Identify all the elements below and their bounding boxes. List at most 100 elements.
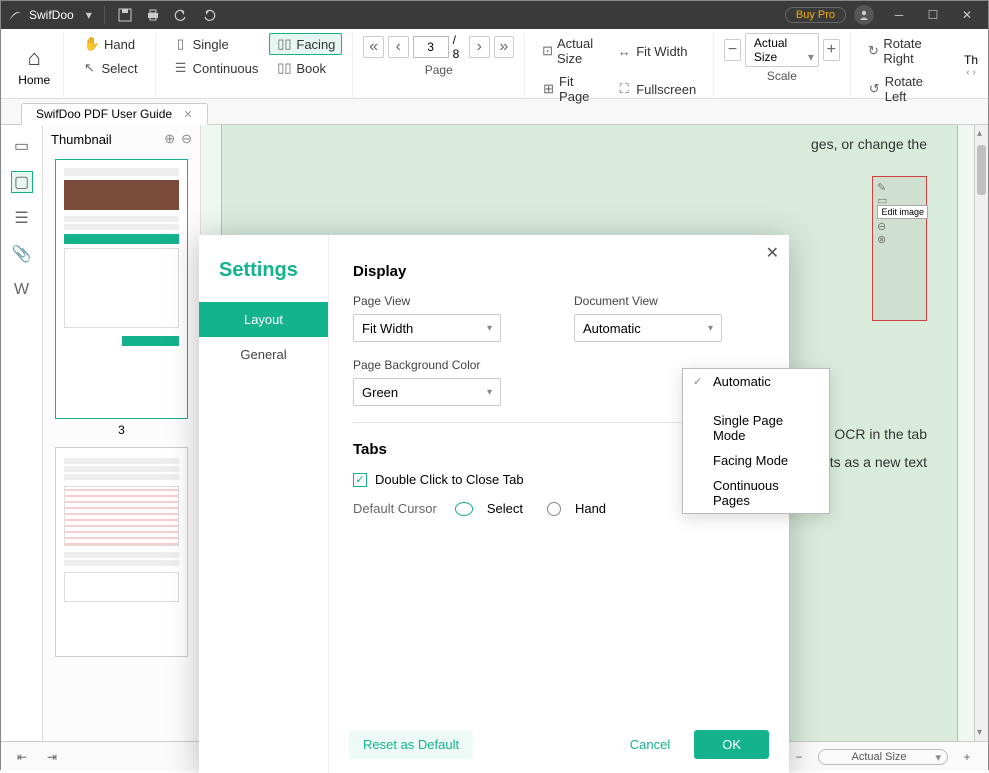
rotate-left-button[interactable]: ↺Rotate Left xyxy=(861,71,944,107)
settings-tab-general[interactable]: General xyxy=(199,337,328,372)
last-page-button[interactable]: » xyxy=(494,36,515,58)
close-button[interactable]: ✕ xyxy=(950,1,984,29)
dropdown-item-continuous[interactable]: Continuous Pages xyxy=(683,473,829,513)
fullscreen-button[interactable]: ⛶ Fullscreen xyxy=(609,71,703,107)
redo-icon[interactable] xyxy=(195,3,223,27)
hand-tool-button[interactable]: ✋Hand xyxy=(77,33,142,55)
maximize-button[interactable]: ☐ xyxy=(916,1,950,29)
thumbnail-page-4[interactable] xyxy=(55,447,188,657)
document-tab[interactable]: SwifDoo PDF User Guide ✕ xyxy=(21,103,208,125)
cancel-button[interactable]: Cancel xyxy=(612,730,688,759)
settings-close-button[interactable]: ✕ xyxy=(766,243,779,263)
settings-tab-layout[interactable]: Layout xyxy=(199,302,328,337)
rotate-right-label: Rotate Right xyxy=(883,36,937,66)
rotate-right-button[interactable]: ↻Rotate Right xyxy=(861,33,944,69)
overflow-section[interactable]: Th ‹ › xyxy=(954,33,988,98)
fit-page-label: Fit Page xyxy=(559,74,598,104)
undo-icon[interactable] xyxy=(167,3,195,27)
cursor-hand-label: Hand xyxy=(575,501,606,516)
fit-page-button[interactable]: ⊞Fit Page xyxy=(535,71,605,107)
document-tabs: SwifDoo PDF User Guide ✕ xyxy=(1,99,988,125)
zoom-out-button[interactable]: − xyxy=(724,39,741,61)
settings-sidebar: Settings Layout General xyxy=(199,235,329,773)
book-view-button[interactable]: ▯▯ Book xyxy=(269,57,342,79)
actual-size-button[interactable]: ⊡Actual Size xyxy=(535,33,605,69)
outline-panel-icon[interactable]: ☰ xyxy=(11,207,33,229)
prev-page-button[interactable]: ‹ xyxy=(388,36,409,58)
bg-color-label: Page Background Color xyxy=(353,358,544,372)
scale-section-label: Scale xyxy=(767,67,797,83)
continuous-icon: ☰ xyxy=(173,60,189,76)
chevron-down-icon: ▾ xyxy=(487,323,492,334)
fullscreen-label: Fullscreen xyxy=(636,82,696,97)
close-tab-icon[interactable]: ✕ xyxy=(183,109,192,121)
minimize-button[interactable]: ─ xyxy=(882,1,916,29)
dropdown-item-automatic[interactable]: Automatic xyxy=(683,369,829,394)
first-page-button[interactable]: « xyxy=(363,36,384,58)
document-view-select[interactable]: Automatic ▾ xyxy=(574,314,722,342)
page-input[interactable] xyxy=(413,36,449,58)
fullscreen-icon: ⛶ xyxy=(616,81,632,97)
book-icon: ▯▯ xyxy=(276,60,292,76)
page-view-value: Fit Width xyxy=(362,321,413,336)
rotate-section: ↻Rotate Right ↺Rotate Left xyxy=(851,33,954,98)
save-icon[interactable] xyxy=(111,3,139,27)
cursor-select-radio[interactable] xyxy=(455,502,473,516)
ok-button[interactable]: OK xyxy=(694,730,769,759)
continuous-view-button[interactable]: ☰Continuous xyxy=(166,57,266,79)
cursor-icon: ↖ xyxy=(81,60,97,76)
scroll-down-icon[interactable]: ▾ xyxy=(977,727,982,738)
fit-width-label: Fit Width xyxy=(636,44,687,59)
dropdown-item-facing[interactable]: Facing Mode xyxy=(683,448,829,473)
doc-tab-label: SwifDoo PDF User Guide xyxy=(36,107,172,121)
user-icon[interactable] xyxy=(854,5,874,25)
thumbnail-panel-icon[interactable]: ▢ xyxy=(11,171,33,193)
page-section-label: Page xyxy=(425,61,453,77)
scrollbar-thumb[interactable] xyxy=(977,145,986,195)
sb-expand-right-icon[interactable]: ⇥ xyxy=(41,747,63,767)
book-label: Book xyxy=(296,61,326,76)
chevron-down-icon: ▾ xyxy=(708,323,713,334)
sb-zoom-in-button[interactable]: + xyxy=(956,747,978,767)
actual-size-icon: ⊡ xyxy=(542,43,553,59)
thumb-zoom-in-icon[interactable]: ⊕ xyxy=(164,131,175,147)
page-view-select[interactable]: Fit Width ▾ xyxy=(353,314,501,342)
zoom-in-button[interactable]: + xyxy=(823,39,840,61)
vertical-scrollbar[interactable]: ▴ ▾ xyxy=(974,125,988,741)
bookmark-panel-icon[interactable]: ▭ xyxy=(11,135,33,157)
app-menu-dropdown[interactable]: ▾ xyxy=(80,8,98,22)
single-view-button[interactable]: ▯Single xyxy=(166,33,266,55)
scroll-up-icon[interactable]: ▴ xyxy=(977,128,982,139)
page-section: « ‹ / 8 › » Page xyxy=(353,33,525,98)
scale-dropdown[interactable]: Actual Size xyxy=(745,33,819,67)
select-tool-button[interactable]: ↖Select xyxy=(74,57,144,79)
cursor-hand-radio[interactable] xyxy=(547,502,561,516)
toolbar: ⌂ Home ✋Hand ↖Select ▯Single ▯▯Facing ☰C… xyxy=(1,29,988,99)
next-page-button[interactable]: › xyxy=(469,36,490,58)
double-click-close-label: Double Click to Close Tab xyxy=(375,472,524,487)
home-section[interactable]: ⌂ Home xyxy=(5,33,64,98)
cursor-section: ✋Hand ↖Select xyxy=(64,33,155,98)
sb-collapse-left-icon[interactable]: ⇤ xyxy=(11,747,33,767)
thumbnail-page-3[interactable] xyxy=(55,159,188,419)
display-heading: Display xyxy=(353,263,765,280)
print-icon[interactable] xyxy=(139,3,167,27)
page-view-label: Page View xyxy=(353,294,544,308)
thumb-zoom-out-icon[interactable]: ⊖ xyxy=(181,131,192,147)
settings-body: ✕ Display Page View Fit Width▾ Document … xyxy=(329,235,789,773)
export-panel-icon[interactable]: W xyxy=(11,279,33,301)
actual-size-label: Actual Size xyxy=(557,36,598,66)
sb-scale-dropdown[interactable]: Actual Size xyxy=(818,749,948,765)
document-view-value: Automatic xyxy=(583,321,641,336)
sb-zoom-out-button[interactable]: − xyxy=(788,747,810,767)
attachment-panel-icon[interactable]: 📎 xyxy=(11,243,33,265)
reset-default-button[interactable]: Reset as Default xyxy=(349,730,473,759)
dropdown-item-single[interactable]: Single Page Mode xyxy=(683,408,829,448)
fit-width-button[interactable]: ↔Fit Width xyxy=(609,33,703,69)
facing-view-button[interactable]: ▯▯Facing xyxy=(269,33,342,55)
single-label: Single xyxy=(193,37,229,52)
buy-pro-button[interactable]: Buy Pro xyxy=(785,7,846,23)
fit-page-icon: ⊞ xyxy=(542,81,555,97)
home-icon: ⌂ xyxy=(28,45,41,71)
bg-color-select[interactable]: Green▾ xyxy=(353,378,501,406)
